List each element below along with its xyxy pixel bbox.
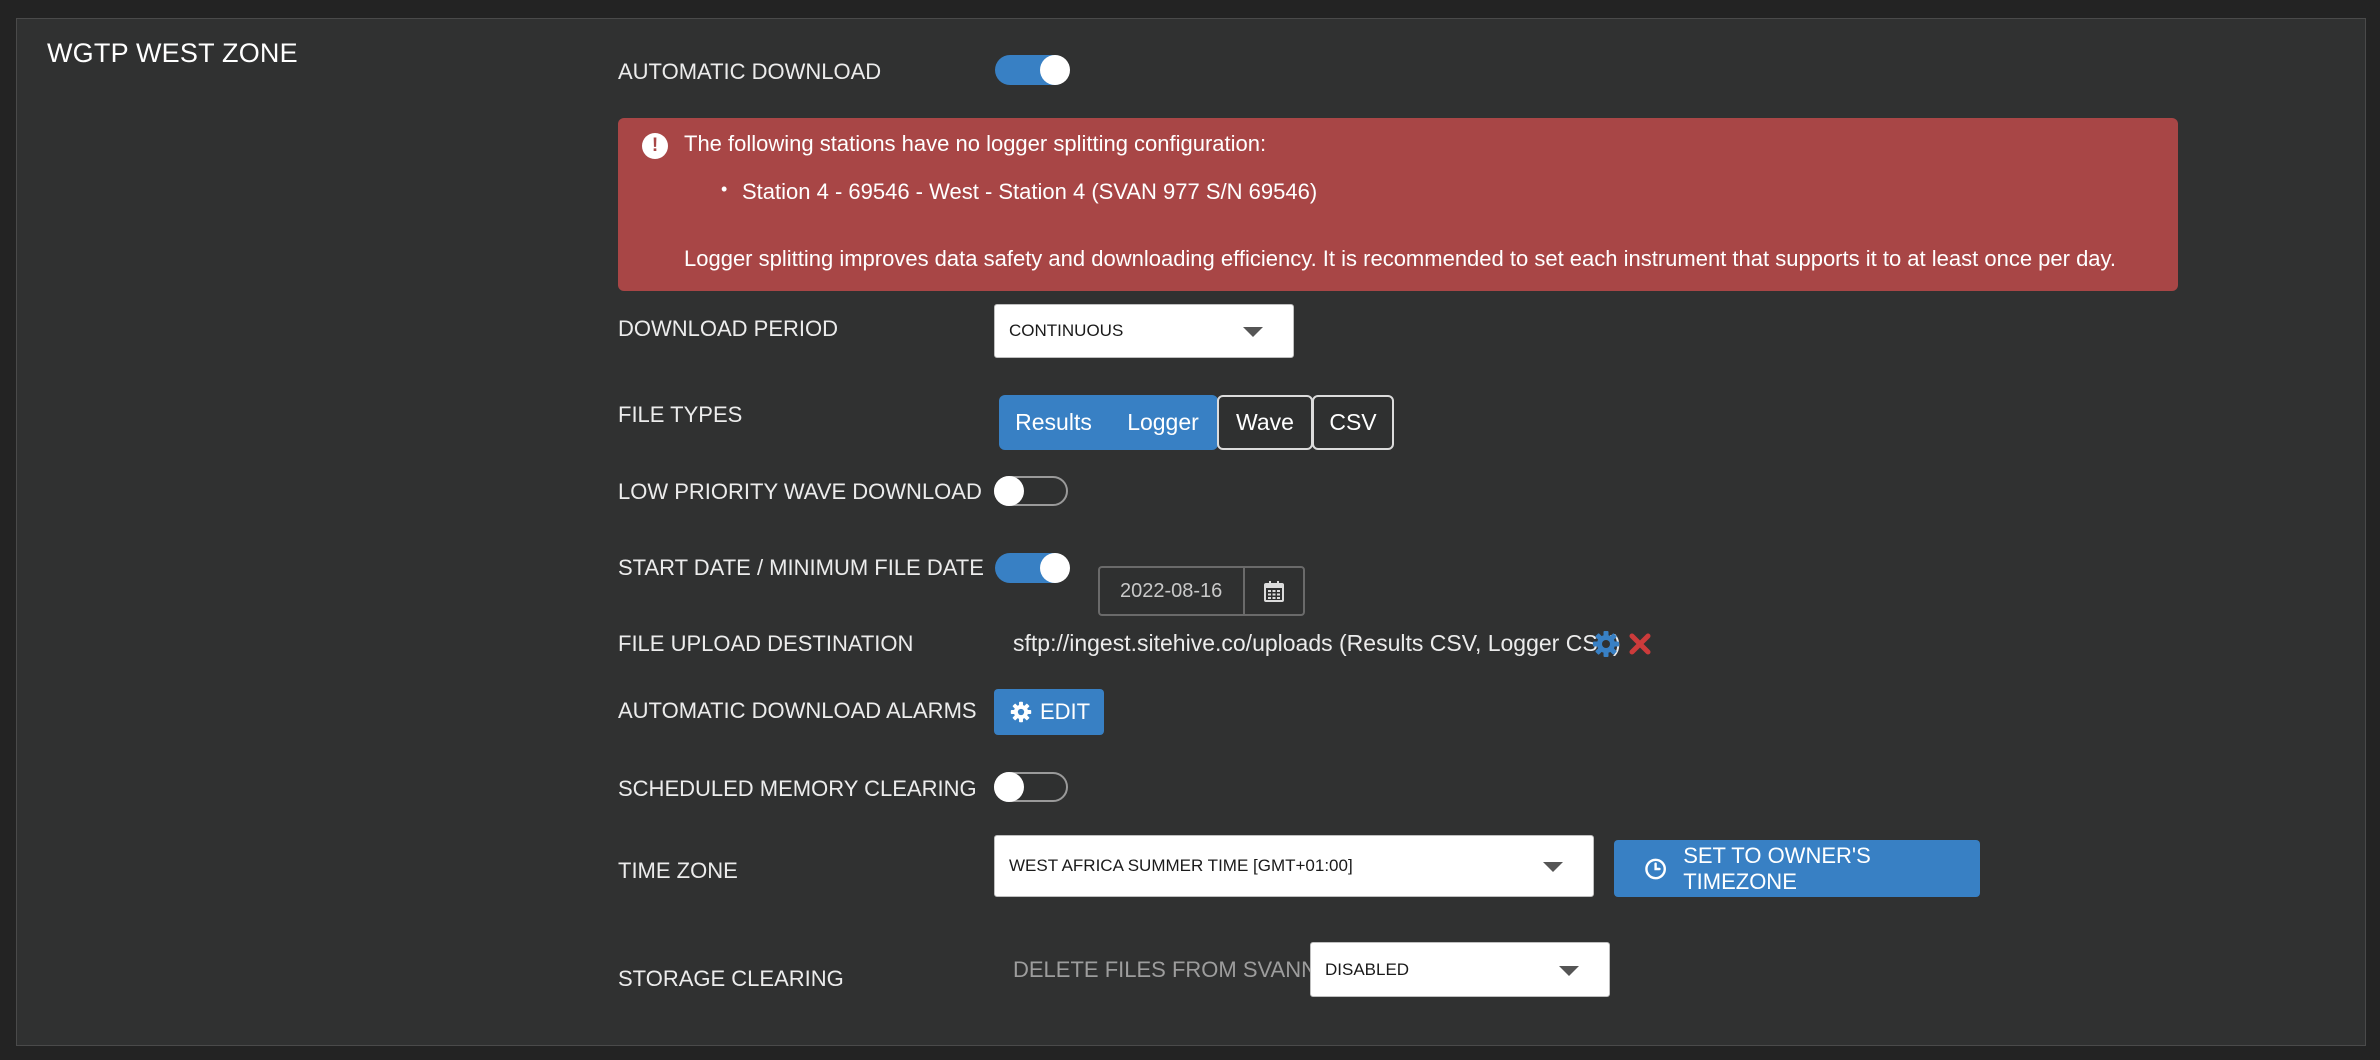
file-type-results[interactable]: Results bbox=[999, 395, 1108, 450]
zone-title: WGTP WEST ZONE bbox=[47, 38, 298, 68]
storage-clearing-select[interactable]: DISABLED bbox=[1310, 942, 1610, 997]
toggle-knob bbox=[994, 476, 1024, 506]
file-type-csv[interactable]: CSV bbox=[1312, 395, 1394, 450]
time-zone-select[interactable]: WEST AFRICA SUMMER TIME [GMT+01:00] bbox=[994, 835, 1594, 897]
calendar-button[interactable] bbox=[1243, 566, 1305, 616]
close-icon[interactable] bbox=[1625, 629, 1655, 659]
toggle-knob bbox=[1040, 553, 1070, 583]
start-date-label: START DATE / MINIMUM FILE DATE bbox=[618, 555, 984, 580]
start-date-input[interactable]: 2022-08-16 bbox=[1098, 566, 1245, 616]
automatic-download-label: AUTOMATIC DOWNLOAD bbox=[618, 59, 882, 84]
toggle-knob bbox=[1040, 55, 1070, 85]
gear-icon bbox=[1010, 701, 1032, 723]
download-period-label: DOWNLOAD PERIOD bbox=[618, 316, 839, 341]
set-owner-timezone-label: SET TO OWNER'S TIMEZONE bbox=[1683, 842, 1871, 894]
edit-button-label: EDIT bbox=[1040, 699, 1091, 724]
memory-clearing-label: SCHEDULED MEMORY CLEARING bbox=[618, 776, 977, 801]
delete-files-label: DELETE FILES FROM SVANNET bbox=[1013, 957, 1346, 982]
download-period-value: CONTINUOUS bbox=[1009, 321, 1124, 340]
file-types-label: FILE TYPES bbox=[618, 402, 743, 427]
download-period-select[interactable]: CONTINUOUS bbox=[994, 304, 1294, 358]
storage-clearing-label: STORAGE CLEARING bbox=[618, 966, 844, 991]
low-priority-wave-label: LOW PRIORITY WAVE DOWNLOAD bbox=[618, 479, 982, 504]
start-date-toggle[interactable] bbox=[995, 553, 1070, 583]
alert-station-item: Station 4 - 69546 - West - Station 4 (SV… bbox=[721, 179, 1317, 205]
chevron-down-icon bbox=[1543, 862, 1563, 872]
low-priority-wave-toggle[interactable] bbox=[994, 476, 1068, 506]
alert-footer: Logger splitting improves data safety an… bbox=[684, 246, 2117, 271]
clock-icon bbox=[1645, 858, 1666, 879]
memory-clearing-toggle[interactable] bbox=[994, 772, 1068, 802]
edit-alarms-button[interactable]: EDIT bbox=[994, 689, 1104, 735]
time-zone-label: TIME ZONE bbox=[618, 858, 738, 883]
gear-icon[interactable] bbox=[1591, 629, 1621, 659]
calendar-icon bbox=[1264, 580, 1284, 602]
file-type-logger[interactable]: Logger bbox=[1108, 395, 1218, 450]
file-upload-label: FILE UPLOAD DESTINATION bbox=[618, 631, 914, 656]
set-owner-timezone-button[interactable]: SET TO OWNER'S TIMEZONE bbox=[1614, 840, 1980, 897]
file-type-wave[interactable]: Wave bbox=[1217, 395, 1313, 450]
logger-splitting-alert: ! The following stations have no logger … bbox=[618, 118, 2178, 291]
chevron-down-icon bbox=[1243, 327, 1263, 337]
alert-title: The following stations have no logger sp… bbox=[684, 131, 1267, 156]
chevron-down-icon bbox=[1559, 965, 1579, 976]
exclamation-icon: ! bbox=[642, 133, 668, 159]
automatic-download-toggle[interactable] bbox=[995, 55, 1070, 85]
time-zone-value: WEST AFRICA SUMMER TIME [GMT+01:00] bbox=[1009, 856, 1353, 875]
storage-clearing-value: DISABLED bbox=[1325, 959, 1410, 979]
settings-panel: WGTP WEST ZONE AUTOMATIC DOWNLOAD ! The … bbox=[16, 18, 2366, 1046]
file-upload-destination: sftp://ingest.sitehive.co/uploads (Resul… bbox=[1013, 630, 1621, 656]
toggle-knob bbox=[994, 772, 1024, 802]
alarms-label: AUTOMATIC DOWNLOAD ALARMS bbox=[618, 698, 977, 723]
